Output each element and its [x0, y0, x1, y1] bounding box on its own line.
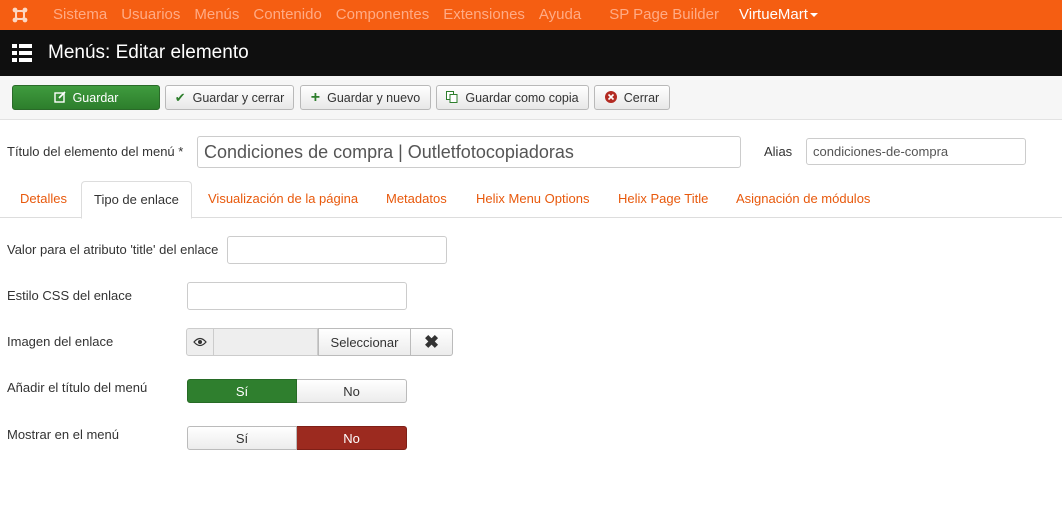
tab-helix-page-title[interactable]: Helix Page Title [618, 181, 708, 218]
close-icon[interactable]: ✖ [411, 328, 453, 356]
add-title-no-option[interactable]: No [297, 379, 407, 403]
nav-contenido[interactable]: Contenido [246, 0, 328, 30]
display-in-menu-label: Mostrar en el menú [7, 427, 119, 442]
toolbar: Guardar ✔ Guardar y cerrar + Guardar y n… [0, 76, 1062, 120]
tab-asignacion-modulos[interactable]: Asignación de módulos [736, 181, 870, 218]
top-navigation: Sistema Usuarios Menús Contenido Compone… [0, 0, 1062, 30]
page-header: Menús: Editar elemento [0, 30, 1062, 76]
checkmark-icon: ✔ [174, 90, 186, 105]
list-icon [12, 44, 32, 62]
link-title-label: Valor para el atributo 'title' del enlac… [7, 242, 219, 257]
plus-icon: + [310, 88, 321, 106]
eye-icon[interactable] [186, 328, 214, 356]
css-style-input[interactable] [187, 282, 407, 310]
save-new-label: Guardar y nuevo [327, 90, 421, 105]
tab-tipo-de-enlace[interactable]: Tipo de enlace [81, 181, 192, 219]
tab-visualizacion[interactable]: Visualización de la página [208, 181, 358, 218]
display-in-menu-toggle: Sí No [187, 426, 407, 450]
add-title-toggle: Sí No [187, 379, 407, 403]
alias-input[interactable]: condiciones-de-compra [806, 138, 1026, 165]
caret-down-icon [809, 13, 818, 18]
page-title: Menús: Editar elemento [48, 42, 249, 63]
link-image-field: Seleccionar ✖ [186, 328, 453, 356]
save-copy-label: Guardar como copia [465, 90, 579, 105]
save-button[interactable]: Guardar [12, 85, 160, 110]
tab-metadatos[interactable]: Metadatos [386, 181, 447, 218]
alias-label: Alias [764, 144, 793, 159]
save-close-label: Guardar y cerrar [192, 90, 285, 105]
menu-title-label: Título del elemento del menú * [7, 144, 184, 159]
select-image-button[interactable]: Seleccionar [318, 328, 411, 356]
link-title-input[interactable] [227, 236, 447, 264]
nav-usuarios[interactable]: Usuarios [114, 0, 187, 30]
save-new-button[interactable]: + Guardar y nuevo [300, 85, 431, 110]
add-title-label: Añadir el título del menú [7, 380, 148, 395]
css-style-label: Estilo CSS del enlace [7, 288, 133, 303]
nav-sp-page-builder[interactable]: SP Page Builder [602, 0, 726, 30]
save-close-button[interactable]: ✔ Guardar y cerrar [165, 85, 294, 110]
edit-icon [53, 90, 66, 105]
nav-virtuemart[interactable]: VirtueMart [732, 0, 825, 30]
nav-extensiones[interactable]: Extensiones [436, 0, 532, 30]
close-button[interactable]: Cerrar [594, 85, 670, 110]
image-path-display [214, 328, 318, 356]
nav-ayuda[interactable]: Ayuda [532, 0, 588, 30]
save-copy-button[interactable]: Guardar como copia [436, 85, 589, 110]
menu-title-input[interactable]: Condiciones de compra | Outletfotocopiad… [197, 136, 741, 168]
joomla-logo-icon[interactable] [0, 0, 40, 30]
close-label: Cerrar [623, 90, 660, 105]
cancel-circle-icon [604, 90, 617, 105]
link-image-label: Imagen del enlace [7, 334, 114, 349]
add-title-yes-option[interactable]: Sí [187, 379, 297, 403]
tab-helix-menu-options[interactable]: Helix Menu Options [476, 181, 589, 218]
tab-detalles[interactable]: Detalles [20, 181, 67, 218]
nav-menus[interactable]: Menús [187, 0, 246, 30]
save-label: Guardar [72, 90, 119, 105]
nav-componentes[interactable]: Componentes [329, 0, 436, 30]
display-yes-option[interactable]: Sí [187, 426, 297, 450]
copy-icon [446, 90, 458, 105]
tab-bar: Detalles Tipo de enlace Visualización de… [0, 181, 1062, 219]
nav-sistema[interactable]: Sistema [46, 0, 114, 30]
nav-virtuemart-label: VirtueMart [739, 6, 808, 23]
display-no-option[interactable]: No [297, 426, 407, 450]
